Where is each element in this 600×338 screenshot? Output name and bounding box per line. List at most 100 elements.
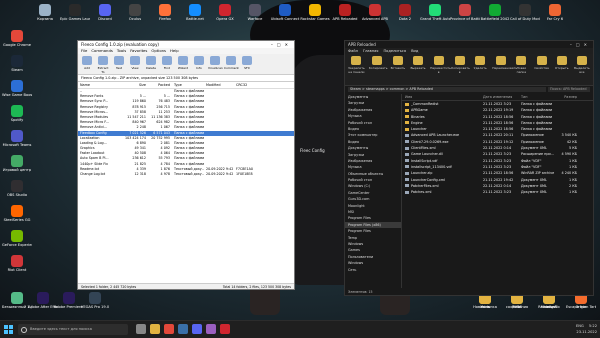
desktop-shortcut[interactable]: Steam: [2, 55, 32, 72]
taskbar-chrome-icon[interactable]: [164, 324, 174, 334]
taskbar-task-view-icon[interactable]: [136, 324, 146, 334]
window-controls[interactable]: –□✕: [570, 41, 591, 48]
address-bar[interactable]: Steam > steamapps > common > APB Reloade…: [348, 87, 546, 92]
column-header[interactable]: Packed: [148, 82, 172, 88]
toolbar-button[interactable]: Find: [160, 55, 174, 73]
desktop-shortcut[interactable]: Игровой центр: [2, 155, 32, 172]
taskbar-opera-icon[interactable]: [220, 324, 230, 334]
ribbon-tab[interactable]: Вид: [411, 48, 418, 54]
desktop-shortcut[interactable]: OBS Studio: [2, 180, 32, 197]
menu-item[interactable]: Options: [151, 48, 166, 54]
desktop-shortcut[interactable]: Spotify: [2, 105, 32, 122]
ribbon-button[interactable]: Открыть: [554, 56, 570, 83]
menu-item[interactable]: Favorites: [130, 48, 147, 54]
archive-path[interactable]: Fleeco Config 1.0.zip - ZIP archive, unp…: [78, 75, 294, 82]
menu-item[interactable]: File: [81, 48, 87, 54]
file-icon: [405, 165, 409, 169]
ribbon-button[interactable]: Удалить: [472, 56, 488, 83]
desktop-shortcut[interactable]: Battle.net: [180, 4, 210, 21]
toolbar-button[interactable]: Delete: [144, 55, 158, 73]
start-button[interactable]: [4, 325, 13, 334]
desktop-shortcut[interactable]: APB Reloaded: [330, 4, 360, 21]
file-row[interactable]: Patches.xml 21.11.2022 3:23 Документ XML 1 …: [402, 189, 593, 195]
system-tray[interactable]: ENG 5:22 23.11.2022: [576, 323, 597, 335]
column-header[interactable]: Имя: [402, 94, 483, 100]
desktop-shortcut[interactable]: Epic Games Launcher: [60, 4, 90, 21]
search-icon: [21, 327, 27, 333]
desktop-shortcut[interactable]: Rockstar Games: [300, 4, 330, 21]
desktop-shortcut[interactable]: Battlefield 2042: [480, 4, 510, 21]
desktop-shortcut[interactable]: Call of Duty Modern: [510, 4, 540, 21]
ribbon-button[interactable]: Новая папка: [513, 56, 529, 83]
toolbar-button[interactable]: View: [128, 55, 142, 73]
menu-item[interactable]: Tools: [117, 48, 126, 54]
toolbar-button[interactable]: SFX: [240, 55, 254, 73]
ribbon-button[interactable]: Закрепить на панели: [348, 56, 365, 83]
toolbar-button[interactable]: Wizard: [176, 55, 190, 73]
ribbon-button[interactable]: Копировать: [369, 56, 388, 83]
ribbon-button[interactable]: Выделить все: [574, 56, 590, 83]
desktop-shortcut[interactable]: Advanced APB: [360, 4, 390, 21]
column-header[interactable]: Name: [78, 82, 124, 88]
ribbon-tab[interactable]: Файл: [348, 48, 358, 54]
toolbar-button[interactable]: VirusScan: [208, 55, 223, 73]
desktop-shortcut[interactable]: Riot Client: [2, 255, 32, 272]
search-input[interactable]: Поиск: APB Reloaded: [548, 87, 590, 92]
explorer-window[interactable]: APB Reloaded –□✕ Файл Главная Поделиться Ви…: [344, 40, 594, 296]
toolbar-button[interactable]: Add: [80, 55, 94, 73]
taskbar-explorer-icon[interactable]: [150, 324, 160, 334]
winrar-window[interactable]: Fleeco Config 1.0.zip (evaluation copy) …: [77, 40, 295, 290]
desktop-shortcut[interactable]: Wise Game Booster: [2, 80, 32, 97]
ribbon-button[interactable]: Вставить: [390, 56, 406, 83]
ribbon-button[interactable]: Переименовать: [492, 56, 517, 83]
column-header[interactable]: Type: [172, 82, 204, 88]
desktop-shortcut[interactable]: Grand Theft Auto V: [420, 4, 450, 21]
menu-item[interactable]: Commands: [91, 48, 113, 54]
menu-item[interactable]: Help: [170, 48, 179, 54]
taskbar-steam-icon[interactable]: [178, 324, 188, 334]
column-header[interactable]: Тип: [521, 94, 555, 100]
ribbon-button[interactable]: Свойства: [533, 56, 549, 83]
toolbar-button[interactable]: Info: [192, 55, 206, 73]
window-controls[interactable]: –□✕: [271, 41, 292, 48]
toolbar-button[interactable]: Extract To: [96, 55, 110, 74]
column-header[interactable]: Size: [124, 82, 148, 88]
desktop-shortcut[interactable]: Opera GX: [210, 4, 240, 21]
column-header[interactable]: Дата изменения: [483, 94, 521, 100]
desktop-shortcut[interactable]: Microsoft Teams: [2, 130, 32, 147]
desktop-shortcut[interactable]: Oculus: [120, 4, 150, 21]
shortcut-icon: [249, 4, 261, 16]
status-total: Total 14 folders, 2 files, 123 500 308 b…: [222, 285, 291, 289]
desktop-shortcut[interactable]: Far Cry 6: [540, 4, 570, 21]
desktop-shortcut[interactable]: Warface: [240, 4, 270, 21]
desktop-shortcut[interactable]: Firefox: [150, 4, 180, 21]
explorer-titlebar[interactable]: APB Reloaded –□✕: [345, 41, 593, 48]
desktop-shortcut[interactable]: SteelSeries GG: [2, 205, 32, 222]
ribbon-button[interactable]: Копировать в: [451, 56, 470, 83]
ribbon-button[interactable]: Переместить в: [430, 56, 451, 83]
desktop-shortcut[interactable]: Dota 2: [390, 4, 420, 21]
language-indicator[interactable]: ENG: [576, 324, 584, 328]
winrar-titlebar[interactable]: Fleeco Config 1.0.zip (evaluation copy) …: [78, 41, 294, 48]
ribbon-tab[interactable]: Поделиться: [383, 48, 406, 54]
desktop-shortcut[interactable]: Ubisoft Connect: [270, 4, 300, 21]
column-header[interactable]: CRC32: [234, 82, 258, 88]
ribbon-tab[interactable]: Главная: [363, 48, 379, 54]
taskbar-discord-icon[interactable]: [192, 324, 202, 334]
toolbar-button[interactable]: Test: [112, 55, 126, 73]
shortcut-icon: [11, 180, 23, 192]
ribbon-button[interactable]: Вырезать: [410, 56, 426, 83]
nav-item[interactable]: Сеть: [345, 267, 401, 273]
desktop-shortcut[interactable]: Корзина: [30, 4, 60, 21]
desktop-shortcut[interactable]: Province of Battle: [450, 4, 480, 21]
column-header[interactable]: Modified: [204, 82, 234, 88]
desktop-shortcut[interactable]: Discord: [90, 4, 120, 21]
column-header[interactable]: Размер: [555, 94, 577, 100]
toolbar-button[interactable]: Comment: [224, 55, 239, 73]
desktop-shortcut[interactable]: GeForce Experience: [2, 230, 32, 247]
desktop-shortcut[interactable]: VEGAS Pro 19.0: [80, 292, 110, 309]
taskbar-search[interactable]: Введите здесь текст для поиска: [18, 324, 128, 335]
desktop-shortcut[interactable]: Google Chrome: [2, 30, 32, 47]
archive-row[interactable]: Change Log.txt 12 318 4 978 Текстовый доку.…: [78, 172, 294, 177]
taskbar-winrar-icon[interactable]: [206, 324, 216, 334]
